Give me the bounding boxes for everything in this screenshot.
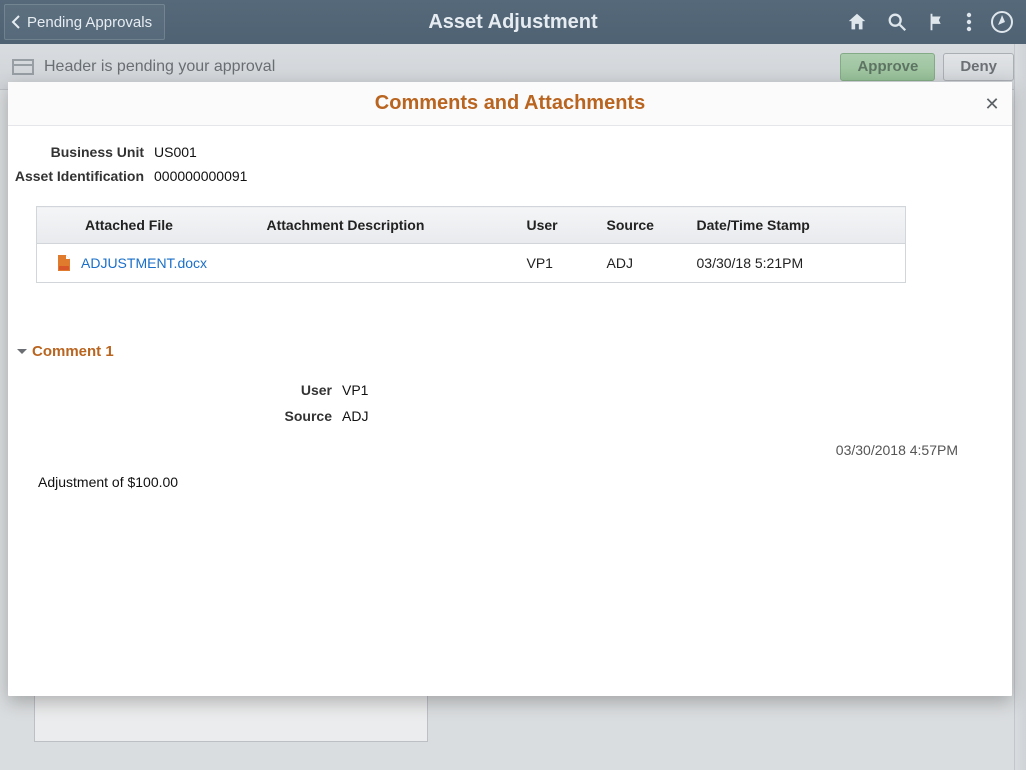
compass-icon[interactable] xyxy=(990,10,1014,34)
comment-body: User VP1 Source ADJ 03/30/2018 4:57PM Ad… xyxy=(16,382,988,490)
comment-text: Adjustment of $100.00 xyxy=(38,474,988,490)
comment-user-value: VP1 xyxy=(342,382,368,398)
col-source: Source xyxy=(597,207,687,244)
back-button[interactable]: Pending Approvals xyxy=(4,4,165,40)
business-unit-value: US001 xyxy=(154,144,197,160)
attachment-description xyxy=(257,244,517,283)
comment-section: Comment 1 User VP1 Source ADJ 03/30/2018… xyxy=(16,343,988,490)
business-unit-label: Business Unit xyxy=(8,144,154,160)
more-vert-icon[interactable] xyxy=(966,12,972,32)
flag-icon[interactable] xyxy=(926,11,948,33)
attachments-table: Attached File Attachment Description Use… xyxy=(36,206,906,283)
modal-header: Comments and Attachments ✕ xyxy=(8,82,1012,126)
chevron-left-icon xyxy=(11,15,21,29)
comment-collapse-toggle[interactable]: Comment 1 xyxy=(16,343,988,360)
attachment-user: VP1 xyxy=(517,244,597,283)
table-row: ADJUSTMENT.docx VP1 ADJ 03/30/18 5:21PM xyxy=(37,244,906,283)
comment-timestamp: 03/30/2018 4:57PM xyxy=(16,442,958,458)
top-nav-bar: Pending Approvals Asset Adjustment xyxy=(0,0,1026,44)
comment-source-label: Source xyxy=(16,408,342,424)
table-header-row: Attached File Attachment Description Use… xyxy=(37,207,906,244)
modal-title: Comments and Attachments xyxy=(375,92,645,115)
chevron-down-icon xyxy=(16,346,28,358)
col-desc: Attachment Description xyxy=(257,207,517,244)
attachment-file-link[interactable]: ADJUSTMENT.docx xyxy=(81,255,207,271)
asset-id-value: 000000000091 xyxy=(154,168,247,184)
comment-user-label: User xyxy=(16,382,342,398)
attachment-source: ADJ xyxy=(597,244,687,283)
modal-body: Business Unit US001 Asset Identification… xyxy=(8,126,1012,696)
close-icon: ✕ xyxy=(984,94,999,115)
col-dts: Date/Time Stamp xyxy=(687,207,906,244)
asset-id-label: Asset Identification xyxy=(8,168,154,184)
attachment-dts: 03/30/18 5:21PM xyxy=(687,244,906,283)
home-icon[interactable] xyxy=(846,11,868,33)
comments-attachments-modal: Comments and Attachments ✕ Business Unit… xyxy=(8,82,1012,696)
top-icon-group xyxy=(846,10,1026,34)
col-file: Attached File xyxy=(37,207,257,244)
back-label: Pending Approvals xyxy=(27,14,152,31)
comment-heading: Comment 1 xyxy=(32,343,114,360)
search-icon[interactable] xyxy=(886,11,908,33)
modal-close-button[interactable]: ✕ xyxy=(980,92,1004,116)
comment-source-value: ADJ xyxy=(342,408,368,424)
document-icon xyxy=(55,254,73,272)
col-user: User xyxy=(517,207,597,244)
